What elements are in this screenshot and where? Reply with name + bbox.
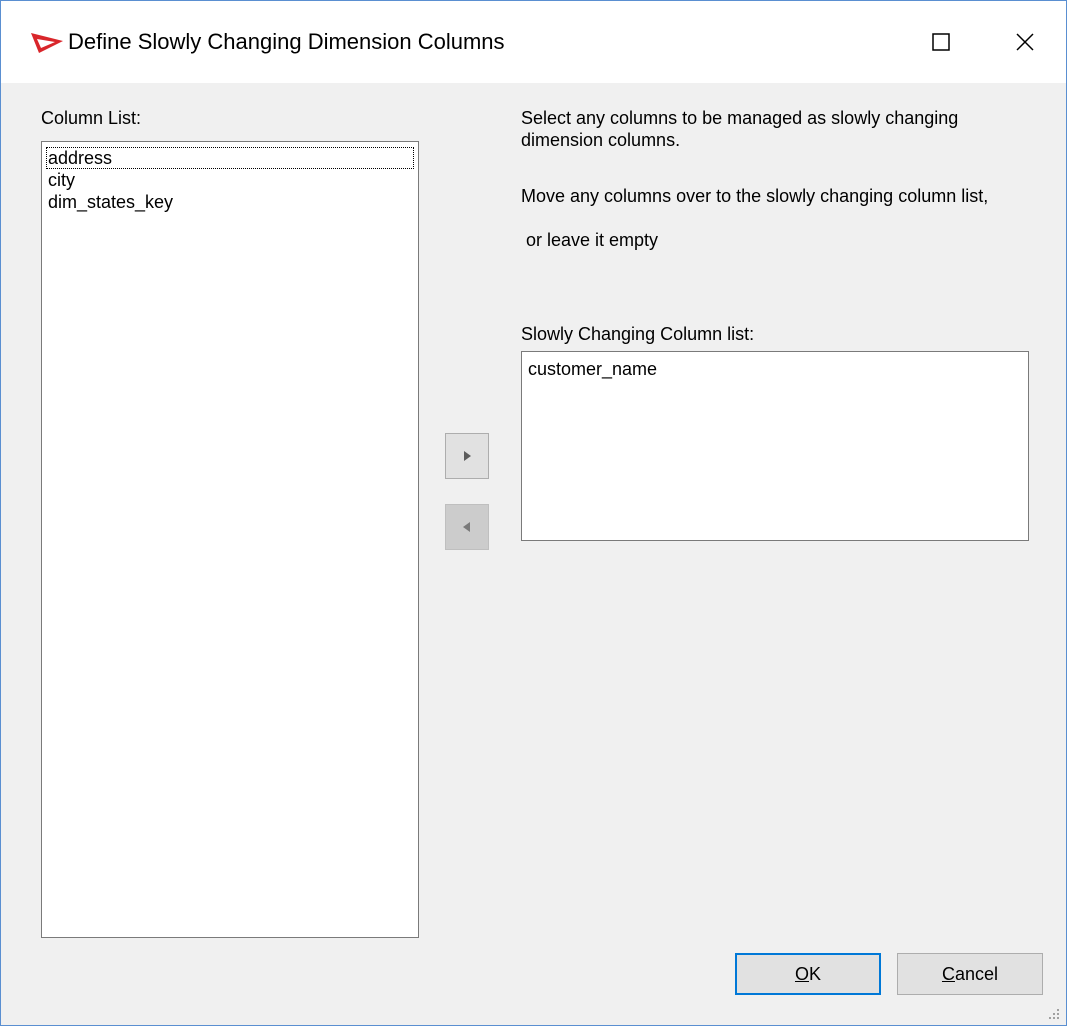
list-item[interactable]: address [46,147,414,169]
column-list-label: Column List: [41,108,142,128]
instruction-text-1: Select any columns to be managed as slow… [521,108,959,150]
cancel-button[interactable]: Cancel [897,953,1043,995]
instruction-text-2: Move any columns over to the slowly chan… [521,186,989,206]
column-list-box[interactable]: address city dim_states_key [41,141,419,938]
ok-mnemonic: O [794,963,809,984]
cancel-label-rest: ancel [954,963,999,984]
cancel-mnemonic: C [941,963,955,984]
maximize-icon [932,33,950,51]
window-title: Define Slowly Changing Dimension Columns [68,29,505,54]
close-icon [1016,33,1034,51]
scd-list-box[interactable]: customer_name [521,351,1029,541]
ok-button[interactable]: OK [735,953,881,995]
move-right-button[interactable] [445,433,489,479]
list-item[interactable]: dim_states_key [46,191,175,213]
instruction-text-3: or leave it empty [521,230,659,250]
close-button[interactable] [991,1,1059,83]
app-logo-icon [31,33,63,53]
triangle-right-icon [464,451,471,461]
title-bar[interactable]: Define Slowly Changing Dimension Columns [1,1,1066,83]
maximize-button[interactable] [907,1,975,83]
ok-label-rest: K [809,963,822,984]
dialog-window: Define Slowly Changing Dimension Columns… [0,0,1067,1026]
resize-grip-icon[interactable] [1041,1001,1063,1023]
scd-list-label: Slowly Changing Column list: [521,324,755,344]
move-left-button[interactable] [445,504,489,550]
list-item[interactable]: city [46,169,77,191]
triangle-left-icon [463,522,470,532]
list-item[interactable]: customer_name [526,358,659,380]
